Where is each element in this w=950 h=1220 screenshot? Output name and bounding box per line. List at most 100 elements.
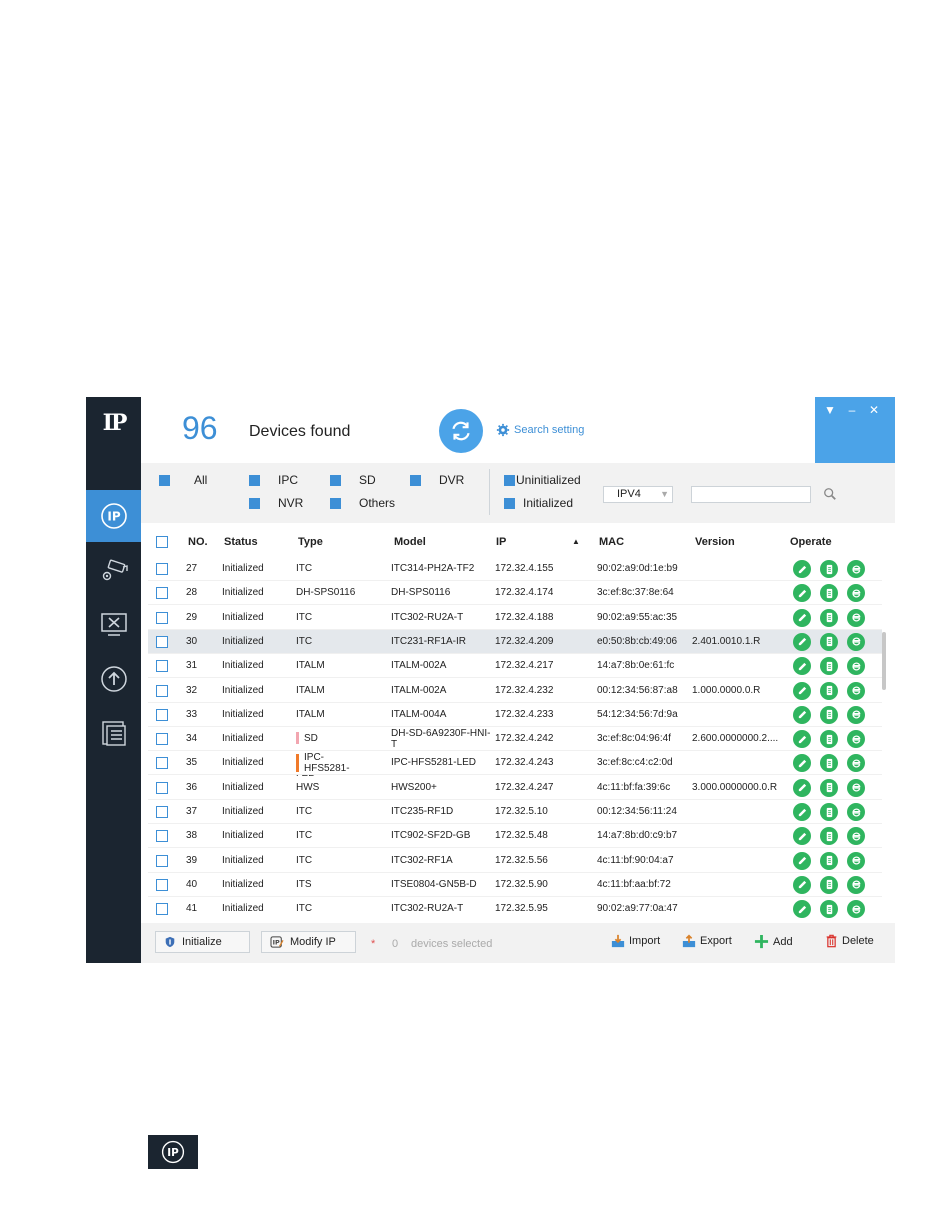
edit-button[interactable] [793,584,811,603]
filter-others[interactable]: Others [330,496,395,510]
table-row[interactable]: 27 Initialized ITC ITC314-PH2A-TF2 172.32.4.… [148,557,882,581]
open-web-button[interactable] [847,875,865,894]
filter-ipc[interactable]: IPC [249,473,298,487]
device-info-button[interactable] [820,778,838,797]
export-button[interactable]: Export [682,934,732,948]
edit-button[interactable] [793,900,811,919]
checkbox[interactable] [410,474,421,486]
filter-nvr[interactable]: NVR [249,496,303,510]
filter-sd[interactable]: SD [330,473,376,487]
column-no[interactable]: NO. [188,527,208,551]
open-web-button[interactable] [847,803,865,821]
row-checkbox[interactable] [156,781,168,794]
checkbox[interactable] [159,474,170,486]
edit-button[interactable] [793,778,811,797]
open-web-button[interactable] [847,827,865,846]
row-checkbox[interactable] [156,684,168,697]
delete-button[interactable]: Delete [825,934,874,948]
edit-button[interactable] [793,803,811,821]
modify-ip-button[interactable]: IP Modify IP [261,931,356,953]
device-info-button[interactable] [820,827,838,846]
device-info-button[interactable] [820,657,838,676]
table-row[interactable]: 28 Initialized DH-SPS0116 DH-SPS0116 172.32.… [148,581,882,606]
column-type[interactable]: Type [298,527,323,551]
row-checkbox[interactable] [156,830,168,843]
open-web-button[interactable] [847,560,865,578]
sort-up-icon[interactable]: ▲ [572,527,580,551]
row-checkbox[interactable] [156,611,168,624]
device-info-button[interactable] [820,608,838,627]
filter-all[interactable]: All [159,473,207,487]
table-row[interactable]: 32 Initialized ITALM ITALM-002A 172.32.4.232… [148,679,882,703]
row-checkbox[interactable] [156,903,168,916]
filter-uninitialized[interactable]: Uninitialized [504,473,581,487]
row-checkbox[interactable] [156,806,168,818]
open-web-button[interactable] [847,584,865,603]
checkbox[interactable] [504,497,515,509]
column-status[interactable]: Status [224,527,258,551]
search-icon[interactable] [823,487,837,501]
device-info-button[interactable] [820,754,838,773]
edit-button[interactable] [793,730,811,749]
column-model[interactable]: Model [394,527,426,551]
row-checkbox[interactable] [156,635,168,648]
edit-button[interactable] [793,827,811,846]
sidebar-item-system-settings[interactable] [86,598,141,650]
table-row[interactable]: 37 Initialized ITC ITC235-RF1D 172.32.5.10 00… [148,800,882,824]
open-web-button[interactable] [847,705,865,724]
table-row[interactable]: 41 Initialized ITC ITC302-RU2A-T 172.32.5.95… [148,897,882,920]
sidebar-item-ip-modify[interactable]: IP [86,490,141,542]
checkbox[interactable] [504,474,515,486]
row-checkbox[interactable] [156,660,168,673]
sidebar-item-documents[interactable] [86,707,141,759]
table-row[interactable]: 33 Initialized ITALM ITALM-004A 172.32.4.233… [148,703,882,727]
open-web-button[interactable] [847,681,865,700]
row-checkbox[interactable] [156,878,168,891]
filter-initialized[interactable]: Initialized [504,496,573,510]
menu-dropdown-button[interactable]: ▼ [823,403,837,417]
open-web-button[interactable] [847,851,865,870]
device-info-button[interactable] [820,632,838,651]
row-checkbox[interactable] [156,708,168,721]
open-web-button[interactable] [847,608,865,627]
sidebar-item-upgrade[interactable] [86,653,141,705]
minimize-button[interactable]: – [845,403,859,417]
device-info-button[interactable] [820,584,838,603]
table-row[interactable]: 38 Initialized ITC ITC902-SF2D-GB 172.32.5.4… [148,824,882,849]
column-version[interactable]: Version [695,527,735,551]
device-info-button[interactable] [820,681,838,700]
row-checkbox[interactable] [156,563,168,575]
select-all-checkbox[interactable] [156,536,168,548]
column-mac[interactable]: MAC [599,527,624,551]
edit-button[interactable] [793,754,811,773]
edit-button[interactable] [793,657,811,676]
device-info-button[interactable] [820,730,838,749]
row-checkbox[interactable] [156,733,168,746]
column-ip[interactable]: IP [496,527,506,551]
edit-button[interactable] [793,875,811,894]
sidebar-item-device-config[interactable] [86,544,141,596]
add-button[interactable]: Add [754,934,793,949]
table-row[interactable]: 30 Initialized ITC ITC231-RF1A-IR 172.32.4.2… [148,629,882,654]
device-info-button[interactable] [820,803,838,821]
open-web-button[interactable] [847,730,865,749]
checkbox[interactable] [330,474,341,486]
table-row[interactable]: 31 Initialized ITALM ITALM-002A 172.32.4.217… [148,654,882,679]
device-info-button[interactable] [820,705,838,724]
checkbox[interactable] [249,497,260,509]
open-web-button[interactable] [847,900,865,919]
table-row[interactable]: 39 Initialized ITC ITC302-RF1A 172.32.5.56 4c… [148,849,882,873]
edit-button[interactable] [793,632,811,651]
search-input[interactable] [691,486,811,503]
ip-version-select[interactable]: IPV4 ▼ [603,486,673,503]
device-info-button[interactable] [820,560,838,578]
import-button[interactable]: Import [611,934,660,948]
device-info-button[interactable] [820,875,838,894]
edit-button[interactable] [793,851,811,870]
table-row[interactable]: 34 Initialized SD DH-SD-6A9230F-HNI-T 172.32… [148,727,882,752]
edit-button[interactable] [793,705,811,724]
table-row[interactable]: 40 Initialized ITS ITSE0804-GN5B-D 172.32.5.… [148,873,882,897]
refresh-button[interactable] [439,409,483,453]
row-checkbox[interactable] [156,757,168,770]
open-web-button[interactable] [847,754,865,773]
